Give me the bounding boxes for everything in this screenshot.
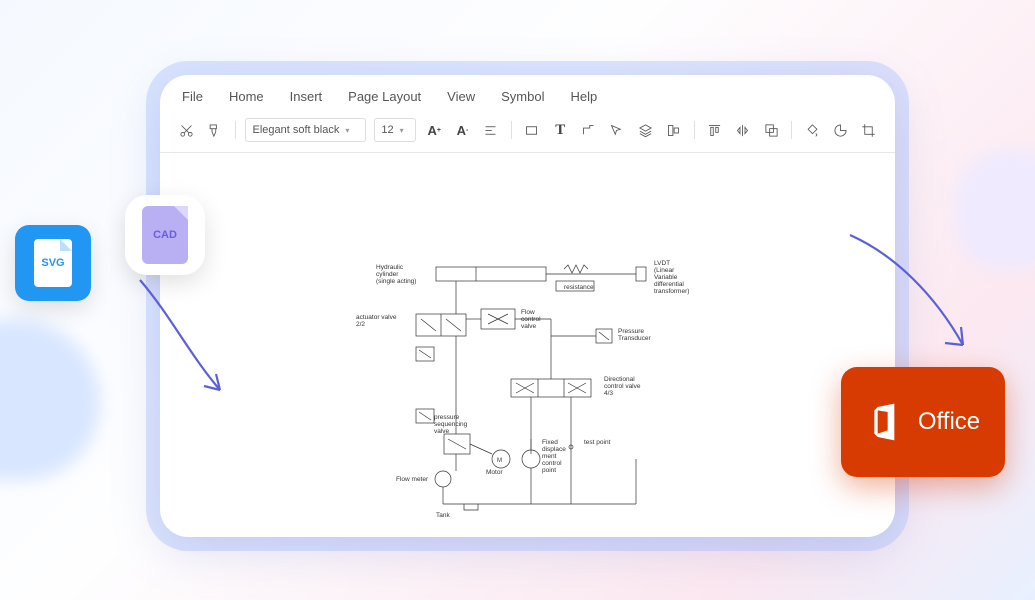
label-lvdt: LVDT(LinearVariabledifferentialtransform… xyxy=(654,260,689,295)
office-export-badge: Office xyxy=(841,367,1005,477)
font-family-select[interactable]: Elegant soft black ▾ xyxy=(245,118,366,142)
align-icon[interactable] xyxy=(481,119,501,141)
decrease-font-icon[interactable]: A- xyxy=(452,119,472,141)
cad-file-badge: CAD xyxy=(125,195,205,275)
menu-insert[interactable]: Insert xyxy=(290,89,323,104)
label-tank: Tank xyxy=(436,512,450,519)
svg-label: SVG xyxy=(41,257,64,269)
menu-file[interactable]: File xyxy=(182,89,203,104)
group-icon[interactable] xyxy=(761,119,781,141)
office-icon xyxy=(866,402,906,442)
svg-file-icon: SVG xyxy=(34,239,72,287)
separator xyxy=(511,121,512,139)
toolbar: Elegant soft black ▾ 12 ▾ A+ A- T xyxy=(160,112,895,153)
office-label: Office xyxy=(918,408,980,436)
hydraulic-diagram: Hydrauliccylinder(single acting) LVDT(Li… xyxy=(336,259,756,539)
menu-help[interactable]: Help xyxy=(570,89,597,104)
separator xyxy=(694,121,695,139)
fill-color-icon[interactable] xyxy=(802,119,822,141)
menu-page-layout[interactable]: Page Layout xyxy=(348,89,421,104)
menu-symbol[interactable]: Symbol xyxy=(501,89,544,104)
arrow-input xyxy=(110,275,240,415)
font-size-select[interactable]: 12 ▾ xyxy=(374,118,416,142)
cad-file-icon: CAD xyxy=(142,206,188,264)
svg-text:resistance: resistance xyxy=(564,284,594,291)
cad-label: CAD xyxy=(153,229,177,241)
label-pressure-trans: PressureTransducer xyxy=(618,328,651,342)
app-window: File Home Insert Page Layout View Symbol… xyxy=(160,75,895,537)
connector-tool-icon[interactable] xyxy=(578,119,598,141)
dropdown-icon: ▾ xyxy=(345,126,349,135)
font-size: 12 xyxy=(381,124,393,136)
label-directional: Directionalcontrol valve4/3 xyxy=(604,376,641,397)
flip-icon[interactable] xyxy=(733,119,753,141)
text-tool-icon[interactable]: T xyxy=(550,119,570,141)
crop-icon[interactable] xyxy=(859,119,879,141)
shape-icon[interactable] xyxy=(830,119,850,141)
svg-text:M: M xyxy=(497,458,502,464)
menu-bar: File Home Insert Page Layout View Symbol… xyxy=(160,75,895,112)
format-painter-icon[interactable] xyxy=(204,119,224,141)
cut-icon[interactable] xyxy=(176,119,196,141)
increase-font-icon[interactable]: A+ xyxy=(424,119,444,141)
label-motor: Motor xyxy=(486,469,503,476)
font-name: Elegant soft black xyxy=(252,124,339,136)
pointer-tool-icon[interactable] xyxy=(607,119,627,141)
menu-view[interactable]: View xyxy=(447,89,475,104)
label-actuator: actuator valve2/2 xyxy=(356,314,397,328)
rectangle-tool-icon[interactable] xyxy=(522,119,542,141)
separator xyxy=(791,121,792,139)
label-flowmeter: Flow meter xyxy=(396,476,429,483)
label-pressure-seq: pressuresequencingvalve xyxy=(434,414,468,435)
label-displacement: Fixeddisplacementcontrolpoint xyxy=(542,439,566,474)
dropdown-icon: ▾ xyxy=(400,126,404,135)
canvas[interactable]: Hydrauliccylinder(single acting) LVDT(Li… xyxy=(176,159,879,521)
bg-blob xyxy=(0,320,100,480)
svg-file-badge: SVG xyxy=(15,225,91,301)
label-testpoint: test point xyxy=(584,439,611,446)
align-center-icon[interactable] xyxy=(663,119,683,141)
layers-icon[interactable] xyxy=(635,119,655,141)
label-flowvalve: Flowcontrolvalve xyxy=(521,309,541,330)
menu-home[interactable]: Home xyxy=(229,89,264,104)
align-top-icon[interactable] xyxy=(704,119,724,141)
label-hydraulic: Hydrauliccylinder(single acting) xyxy=(376,264,416,285)
separator xyxy=(235,121,236,139)
arrow-output xyxy=(845,225,985,365)
